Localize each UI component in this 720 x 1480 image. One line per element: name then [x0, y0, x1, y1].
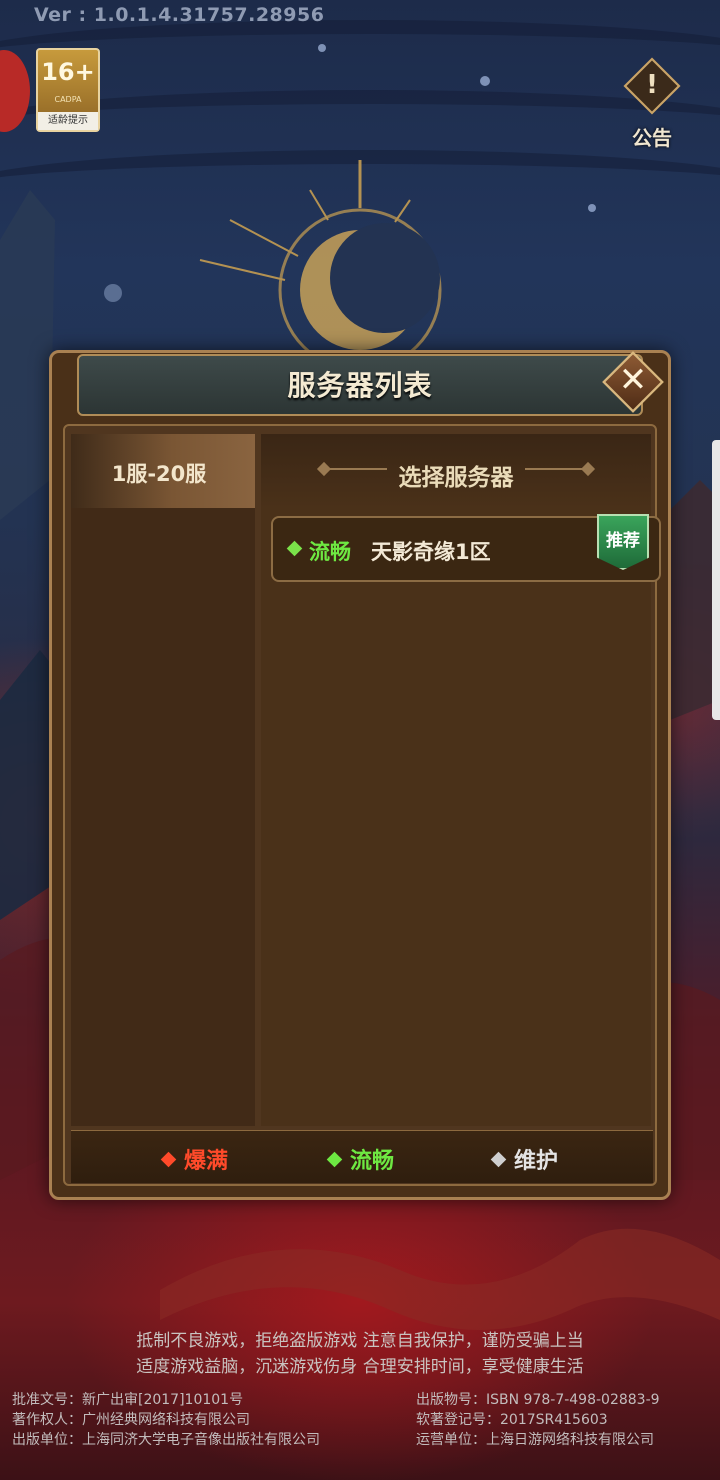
health-notice-line-2: 适度游戏益脑，沉迷游戏伤身 合理安排时间，享受健康生活	[136, 1357, 584, 1377]
legend-smooth-label: 流畅	[350, 1149, 395, 1174]
publisher: 出版单位：上海同济大学电子音像出版社有限公司	[12, 1432, 320, 1448]
legend-smooth: 流畅	[326, 1143, 395, 1175]
server-range-tab[interactable]: 1服-20服	[71, 434, 255, 508]
legend-maintenance: 维护	[490, 1143, 559, 1175]
approval-number: 批准文号：新广出审[2017]10101号	[12, 1392, 244, 1408]
announcement-button[interactable]: ! 公告	[616, 52, 688, 152]
footer-right: 出版物号：ISBN 978-7-498-02883-9 软著登记号：2017SR…	[416, 1390, 660, 1450]
select-server-header: 选择服务器	[261, 434, 651, 508]
server-range-list	[71, 434, 255, 1126]
close-button[interactable]: ✕	[602, 351, 664, 413]
status-full-icon	[160, 1151, 177, 1168]
health-notice-line-1: 抵制不良游戏，拒绝盗版游戏 注意自我保护，谨防受骗上当	[136, 1331, 584, 1351]
server-list-panel	[261, 508, 651, 1126]
age-rating-number: 16+	[41, 58, 95, 86]
star	[318, 44, 326, 52]
status-smooth-icon	[326, 1151, 343, 1168]
age-rating-label: 适龄提示	[38, 112, 98, 130]
version-text: Ver : 1.0.1.4.31757.28956	[34, 4, 325, 26]
dialog-title: 服务器列表	[287, 369, 433, 402]
server-list-dialog: 服务器列表 ✕ 1服-20服 选择服务器 流畅 天影奇缘1区 推荐 爆满 流畅 …	[49, 350, 671, 1200]
footer-left: 批准文号：新广出审[2017]10101号 著作权人：广州经典网络科技有限公司 …	[12, 1390, 320, 1450]
dialog-content: 1服-20服 选择服务器 流畅 天影奇缘1区 推荐 爆满 流畅 维护	[63, 424, 661, 1186]
ornament-right-icon	[525, 468, 589, 470]
software-registration: 软著登记号：2017SR415603	[416, 1412, 608, 1428]
copyright-owner: 著作权人：广州经典网络科技有限公司	[12, 1412, 250, 1428]
server-range-label: 1服-20服	[111, 462, 207, 486]
status-smooth-icon	[286, 540, 303, 557]
recommended-badge: 推荐	[597, 514, 649, 570]
age-rating-badge[interactable]: 16+ CADPA 适龄提示	[36, 48, 100, 132]
dragon-silhouette	[160, 1228, 720, 1330]
edge-scroll-handle[interactable]	[712, 440, 720, 720]
announcement-label: 公告	[632, 126, 672, 150]
close-icon: ✕	[618, 360, 648, 400]
star	[480, 76, 490, 86]
age-rating-org: CADPA	[54, 95, 82, 104]
status-maintenance-icon	[490, 1151, 507, 1168]
operator: 运营单位：上海日游网络科技有限公司	[416, 1432, 654, 1448]
server-list-item[interactable]: 流畅 天影奇缘1区 推荐	[271, 514, 661, 582]
status-legend: 爆满 流畅 维护	[71, 1130, 653, 1183]
isbn-number: 出版物号：ISBN 978-7-498-02883-9	[416, 1392, 660, 1408]
legend-maintenance-label: 维护	[514, 1149, 559, 1174]
select-server-title: 选择服务器	[398, 465, 514, 491]
server-name: 天影奇缘1区	[371, 540, 491, 564]
exclamation-icon: !	[646, 70, 658, 100]
recommended-label: 推荐	[606, 531, 640, 551]
legend-full: 爆满	[160, 1143, 229, 1175]
legend-full-label: 爆满	[184, 1149, 229, 1174]
server-status: 流畅	[309, 540, 351, 564]
wave-decoration	[0, 20, 720, 94]
